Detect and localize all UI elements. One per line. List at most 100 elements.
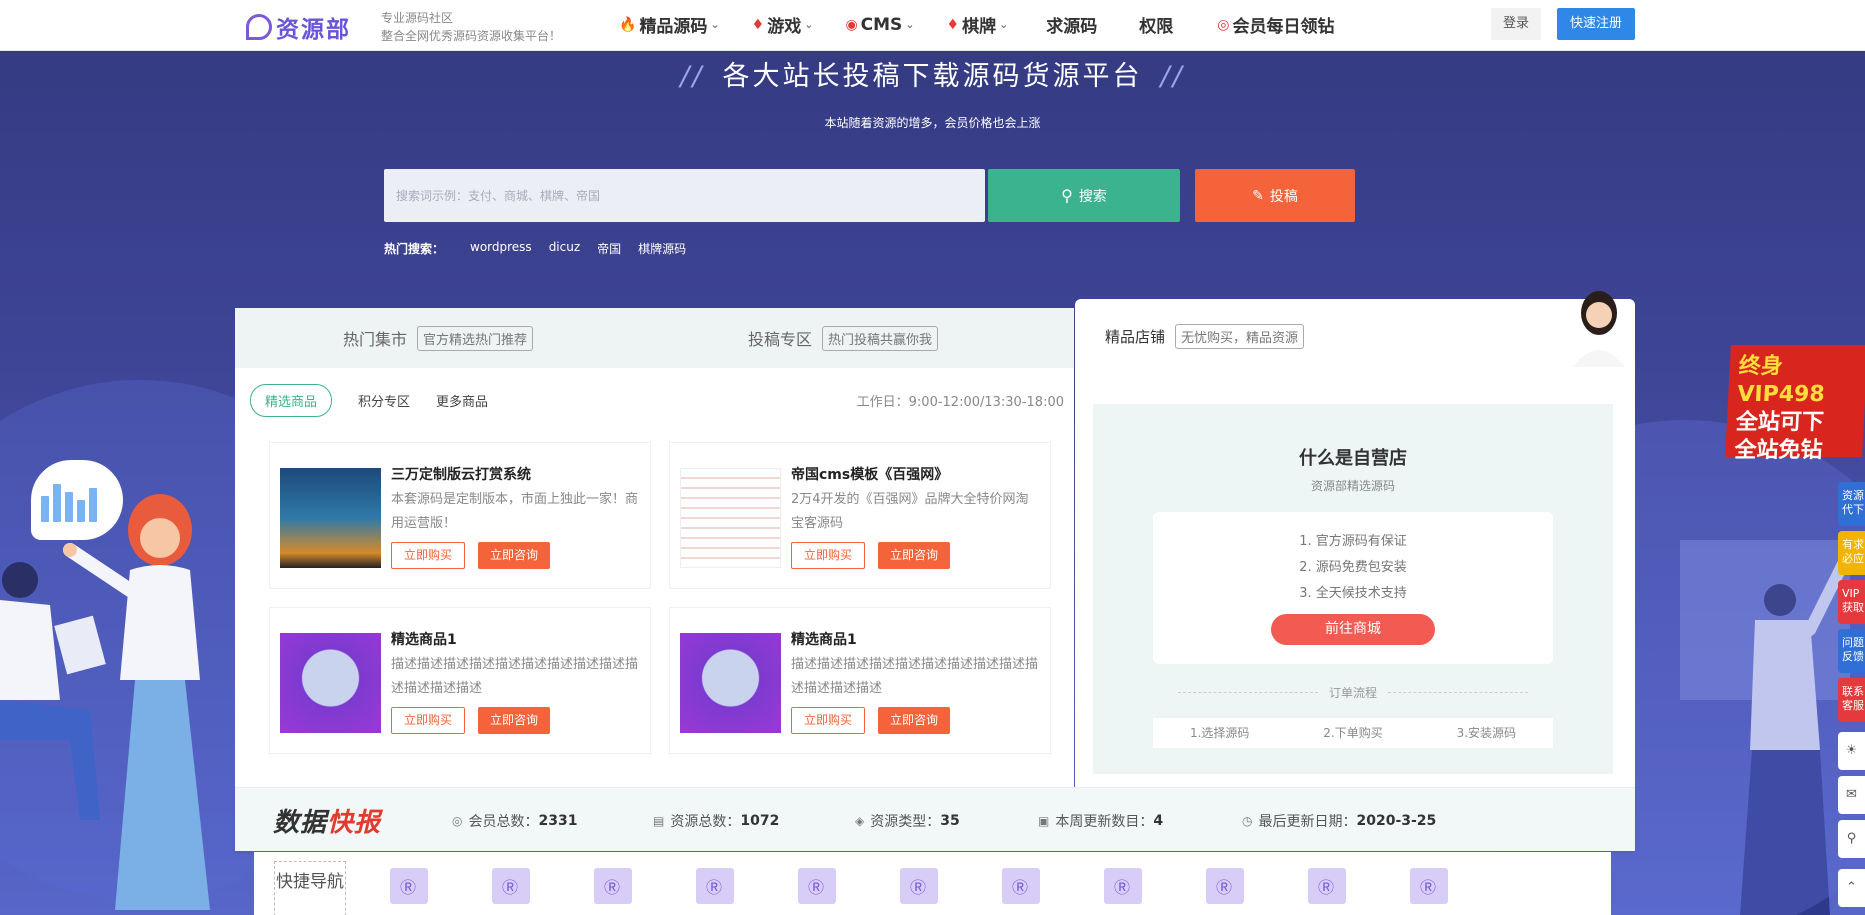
- woman-portrait-icon: [1573, 291, 1625, 367]
- hero-title: //各大站长投稿下载源码货源平台//: [680, 61, 1185, 92]
- drop-icon: ♦: [946, 16, 960, 33]
- back-to-top-icon[interactable]: ⌃: [1838, 869, 1865, 907]
- shop-panel: 精品店铺 无忧购买，精品资源 什么是自营店 资源部精选源码 1. 官方源码有保证…: [1075, 291, 1635, 851]
- product-card[interactable]: 精选商品1 描述描述描述描述描述描述描述描述描述描述描述描述描述 立即购买 立即…: [270, 608, 650, 753]
- stat-weekly-updates: ▣ 本周更新数目： 4: [1038, 813, 1164, 830]
- side-button-request[interactable]: 有求必应: [1838, 531, 1865, 575]
- search-input[interactable]: [384, 169, 985, 222]
- product-card[interactable]: 帝国cms模板《百强网》 2万4开发的《百强网》品牌大全特价网淘宝客源码 立即购…: [670, 443, 1050, 588]
- main-nav: 🔥 精品源码 ⌄ ♦ 游戏 ⌄ ◉ CMS ⌄ ♦ 棋牌 ⌄ 求源码 权限 ◎ 会员每日领钻: [619, 12, 1367, 38]
- nav-item-request[interactable]: 求源码: [1046, 12, 1097, 37]
- vip-promo-banner[interactable]: 终身VIP498 全站可下 全站免钻: [1725, 345, 1865, 463]
- product-thumbnail: [680, 468, 781, 568]
- product-thumbnail: [280, 633, 381, 733]
- logo-icon: [246, 14, 272, 40]
- self-store-info: 什么是自营店 资源部精选源码 1. 官方源码有保证 2. 源码免费包安装 3. …: [1093, 404, 1613, 774]
- go-shop-button[interactable]: 前往商城: [1271, 614, 1435, 645]
- slogan-line-2: 整合全网优秀源码资源收集平台！: [381, 29, 562, 43]
- self-store-question: 什么是自营店: [1299, 448, 1407, 469]
- consult-button[interactable]: 立即咨询: [478, 542, 550, 569]
- quick-nav: 快捷导航: [254, 852, 1611, 915]
- product-desc: 描述描述描述描述描述描述描述描述描述描述描述描述描述: [791, 657, 1039, 696]
- man-writing-illustration: [1680, 540, 1851, 915]
- quick-nav-icon[interactable]: [390, 868, 428, 904]
- side-button-feedback[interactable]: 问题反馈: [1838, 629, 1865, 673]
- product-title[interactable]: 精选商品1: [791, 629, 857, 649]
- buy-button[interactable]: 立即购买: [391, 542, 465, 569]
- register-button[interactable]: 快速注册: [1557, 8, 1635, 40]
- quick-nav-icon[interactable]: [1206, 868, 1244, 904]
- search-button[interactable]: ⚲ 搜索: [988, 169, 1180, 222]
- consult-button[interactable]: 立即咨询: [478, 707, 550, 734]
- hot-keyword[interactable]: dicuz: [549, 240, 580, 257]
- quick-nav-icon[interactable]: [1104, 868, 1142, 904]
- nav-label: 权限: [1139, 17, 1174, 37]
- doc-icon: ▤: [653, 814, 665, 828]
- quick-nav-icon[interactable]: [798, 868, 836, 904]
- side-button-vip[interactable]: VIP获取: [1838, 580, 1865, 624]
- guarantee-item: 3. 全天候技术支持: [1299, 586, 1407, 601]
- gift-icon: ◎: [1217, 16, 1230, 33]
- quick-nav-icon[interactable]: [594, 868, 632, 904]
- layers-icon: ◈: [855, 814, 865, 828]
- nav-item-game[interactable]: ♦ 游戏 ⌄: [752, 12, 814, 38]
- stat-resources: ▤ 资源总数： 1072: [653, 813, 780, 830]
- quick-nav-icon[interactable]: [492, 868, 530, 904]
- logo-text: 资源部: [276, 17, 351, 43]
- shop-title: 精品店铺: [1105, 328, 1166, 346]
- hot-search-label: 热门搜索：: [384, 242, 445, 256]
- nav-item-cms[interactable]: ◉ CMS ⌄: [845, 15, 914, 35]
- nav-label: CMS: [860, 14, 903, 35]
- lightbulb-icon[interactable]: ☀: [1838, 732, 1865, 770]
- nav-item-chess[interactable]: ♦ 棋牌 ⌄: [946, 12, 1009, 38]
- product-desc: 本套源码是定制版本，市面上独此一家！商用运营版！: [391, 492, 639, 531]
- search-icon: ⚲: [1061, 186, 1073, 205]
- consult-button[interactable]: 立即咨询: [878, 707, 950, 734]
- hot-keyword[interactable]: 帝国: [597, 240, 621, 257]
- quick-nav-icon[interactable]: [1002, 868, 1040, 904]
- product-title[interactable]: 三万定制版云打赏系统: [391, 464, 531, 484]
- hot-keyword[interactable]: wordpress: [470, 240, 532, 257]
- mail-icon[interactable]: ✉: [1838, 776, 1865, 814]
- buy-button[interactable]: 立即购买: [791, 542, 865, 569]
- product-card[interactable]: 精选商品1 描述描述描述描述描述描述描述描述描述描述描述描述描述 立即购买 立即…: [670, 608, 1050, 753]
- quick-nav-icon[interactable]: [1410, 868, 1448, 904]
- quick-nav-label: 快捷导航: [274, 861, 346, 915]
- side-button-download-service[interactable]: 资源代下: [1838, 482, 1865, 526]
- hot-keyword[interactable]: 棋牌源码: [638, 240, 686, 257]
- nav-item-jingpin[interactable]: 🔥 精品源码 ⌄: [619, 12, 720, 38]
- side-button-support[interactable]: 联系客服: [1838, 678, 1865, 722]
- stat-members: ◎ 会员总数： 2331: [452, 813, 578, 830]
- top-navbar: 资源部 专业源码社区 整合全网优秀源码资源收集平台！ 🔥 精品源码 ⌄ ♦ 游戏 ⌄ ◉…: [0, 0, 1865, 51]
- site-logo[interactable]: 资源部: [246, 10, 351, 44]
- product-thumbnail: [680, 633, 781, 733]
- product-card[interactable]: 三万定制版云打赏系统 本套源码是定制版本，市面上独此一家！商用运营版！ 立即购买…: [270, 443, 650, 588]
- promo-line: 全站免钻: [1733, 438, 1824, 463]
- nav-label: 求源码: [1046, 17, 1098, 37]
- user-icon: ◎: [452, 814, 463, 828]
- consult-button[interactable]: 立即咨询: [878, 542, 950, 569]
- search-icon[interactable]: ⚲: [1838, 820, 1865, 858]
- stat-last-update: ◷ 最后更新日期： 2020-3-25: [1242, 813, 1437, 830]
- guarantee-box: 1. 官方源码有保证 2. 源码免费包安装 3. 全天候技术支持 前往商城: [1153, 512, 1553, 664]
- chevron-down-icon: ⌄: [710, 18, 720, 31]
- product-title[interactable]: 精选商品1: [391, 629, 457, 649]
- promo-line: 全站可下: [1735, 410, 1825, 435]
- nav-label: 游戏: [767, 17, 802, 37]
- chevron-down-icon: ⌄: [804, 18, 814, 31]
- login-button[interactable]: 登录: [1491, 8, 1541, 40]
- clock-icon: ◷: [1242, 814, 1253, 828]
- quick-nav-icon[interactable]: [1308, 868, 1346, 904]
- data-report-logo: 数据快报: [273, 808, 382, 838]
- buy-button[interactable]: 立即购买: [791, 707, 865, 734]
- nav-label: 棋牌: [962, 17, 997, 37]
- quick-nav-icon[interactable]: [900, 868, 938, 904]
- nav-item-permission[interactable]: 权限: [1139, 12, 1173, 37]
- site-slogan: 专业源码社区 整合全网优秀源码资源收集平台！: [381, 9, 561, 45]
- quick-nav-icon[interactable]: [696, 868, 734, 904]
- product-title[interactable]: 帝国cms模板《百强网》: [791, 464, 948, 484]
- nav-item-daily-diamond[interactable]: ◎ 会员每日领钻: [1217, 12, 1334, 38]
- flow-step: 1.选择源码: [1189, 726, 1250, 740]
- buy-button[interactable]: 立即购买: [391, 707, 465, 734]
- post-button[interactable]: ✎ 投稿: [1195, 169, 1355, 222]
